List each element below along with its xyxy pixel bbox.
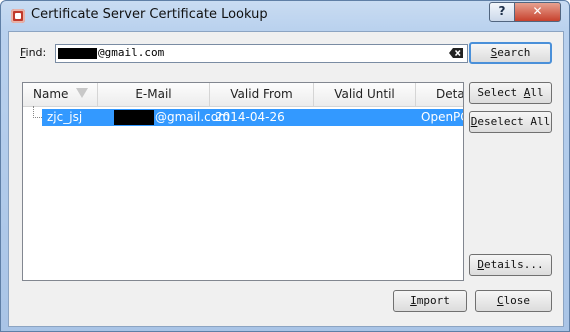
import-button[interactable]: Import: [393, 290, 467, 312]
column-header-valid-until[interactable]: Valid Until: [314, 83, 416, 106]
redacted-email-user: [114, 110, 154, 125]
find-label: Find:: [20, 46, 46, 59]
details-text: etails...: [484, 258, 544, 271]
cell-details: OpenPG: [421, 110, 463, 124]
cell-valid-from: 2014-04-26: [215, 110, 285, 124]
dialog-window: Certificate Server Certificate Lookup ? …: [0, 0, 570, 332]
select-all-text: Select: [477, 86, 524, 99]
details-key: D: [477, 258, 484, 271]
clear-icon[interactable]: [449, 48, 463, 58]
close-text: lose: [503, 294, 531, 307]
deselect-all-text: eselect All: [477, 115, 551, 128]
column-header-valid-from[interactable]: Valid From: [210, 83, 314, 106]
details-button[interactable]: Details...: [469, 254, 552, 276]
certificate-list[interactable]: Name E-Mail Valid From Valid Until Deta …: [22, 82, 464, 281]
column-name-label: Name: [33, 87, 69, 101]
find-label-text: ind:: [25, 46, 47, 59]
title-bar[interactable]: Certificate Server Certificate Lookup ? …: [1, 1, 569, 31]
help-button[interactable]: ?: [489, 2, 515, 22]
deselect-all-button[interactable]: Deselect All: [469, 111, 552, 133]
select-all-text-rest: ll: [530, 86, 544, 99]
column-header-email[interactable]: E-Mail: [98, 83, 210, 106]
select-all-button[interactable]: Select All: [469, 82, 552, 104]
close-key: C: [496, 294, 504, 307]
find-input[interactable]: @gmail.com: [55, 44, 468, 63]
column-header-name[interactable]: Name: [23, 83, 98, 106]
list-header: Name E-Mail Valid From Valid Until Deta: [23, 83, 463, 107]
dialog-client-area: Find: @gmail.com Search Name E-Mail Vali…: [8, 31, 564, 327]
import-key: I: [410, 294, 417, 307]
row-selection: zjc_jsj @gmail.com 2014-04-26 OpenPG: [42, 109, 463, 126]
find-input-value: @gmail.com: [98, 46, 165, 59]
table-row[interactable]: zjc_jsj @gmail.com 2014-04-26 OpenPG: [23, 106, 463, 126]
column-header-details[interactable]: Deta: [416, 83, 463, 106]
redacted-text: [58, 48, 97, 59]
close-button[interactable]: Close: [475, 290, 552, 312]
app-icon: [11, 9, 25, 23]
cell-name: zjc_jsj: [47, 110, 83, 124]
sort-indicator-icon: [76, 88, 88, 98]
search-text: earch: [497, 46, 531, 59]
window-title: Certificate Server Certificate Lookup: [31, 7, 268, 22]
search-button[interactable]: Search: [469, 42, 552, 64]
import-text: mport: [416, 294, 450, 307]
window-close-button[interactable]: ✕: [514, 2, 561, 22]
